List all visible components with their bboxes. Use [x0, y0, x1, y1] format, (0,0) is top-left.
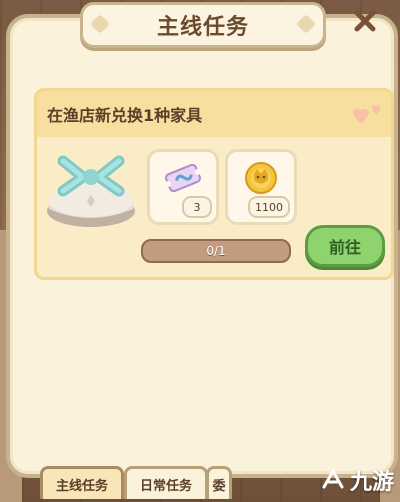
tab-main-quest[interactable]: 主线任务 [40, 466, 124, 499]
furniture-pedestal-icon [47, 155, 135, 227]
close-icon [354, 10, 376, 32]
hearts-decoration-icon [353, 105, 381, 123]
task-progress-bar: 0/1 [141, 239, 291, 263]
page-title: 主线任务 [80, 2, 326, 48]
nine-game-logo-icon [322, 467, 344, 489]
reward-slot-gold-coin[interactable]: 1100 [225, 149, 297, 225]
task-description: 在渔店新兑换1种家具 [47, 106, 203, 125]
task-card: 在渔店新兑换1种家具 3 1100 0/1 前往 [34, 88, 394, 280]
watermark: 九游 [320, 464, 394, 496]
tab-partial[interactable]: 委 [206, 466, 232, 499]
progress-text: 0/1 [206, 244, 226, 258]
gold-coin-icon [245, 162, 277, 194]
reward-slot-ticket[interactable]: 3 [147, 149, 219, 225]
watermark-text: 九游 [349, 470, 394, 495]
quest-panel: 在渔店新兑换1种家具 3 1100 0/1 前往 [6, 14, 398, 478]
ticket-icon [165, 163, 201, 193]
reward-count: 1100 [248, 196, 290, 218]
tab-daily-quest[interactable]: 日常任务 [124, 466, 208, 499]
reward-count: 3 [182, 196, 212, 218]
go-button[interactable]: 前往 [305, 225, 385, 267]
task-header: 在渔店新兑换1种家具 [37, 91, 391, 137]
close-button[interactable] [348, 4, 382, 38]
